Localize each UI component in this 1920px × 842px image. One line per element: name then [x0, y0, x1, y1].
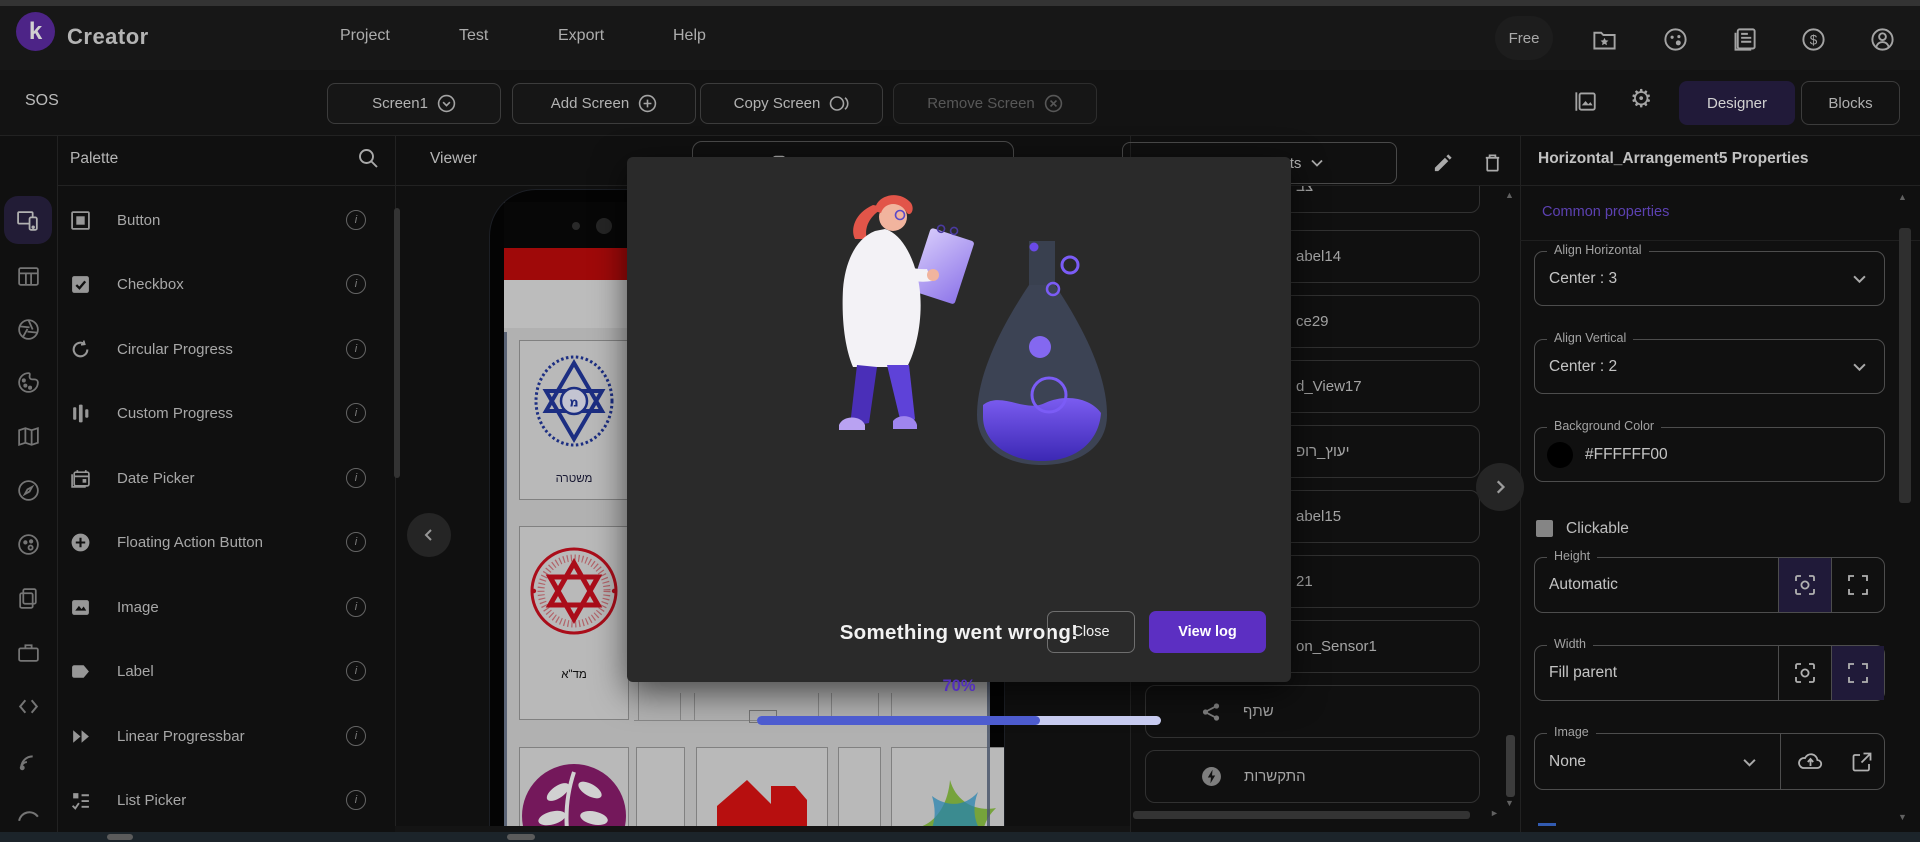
kodular-creator-app: k Creator Project Test Export Help Free …: [0, 0, 1920, 842]
scientist-flask-illustration: [839, 195, 1107, 465]
modal-progress-fill: [757, 716, 1040, 725]
progress-percent: 70%: [942, 677, 976, 695]
error-dialog: Something went wrong! 70% Close View log: [627, 157, 1291, 725]
close-button[interactable]: Close: [1047, 611, 1135, 653]
modal-progress-track: [757, 716, 1161, 725]
view-log-button[interactable]: View log: [1149, 611, 1266, 653]
